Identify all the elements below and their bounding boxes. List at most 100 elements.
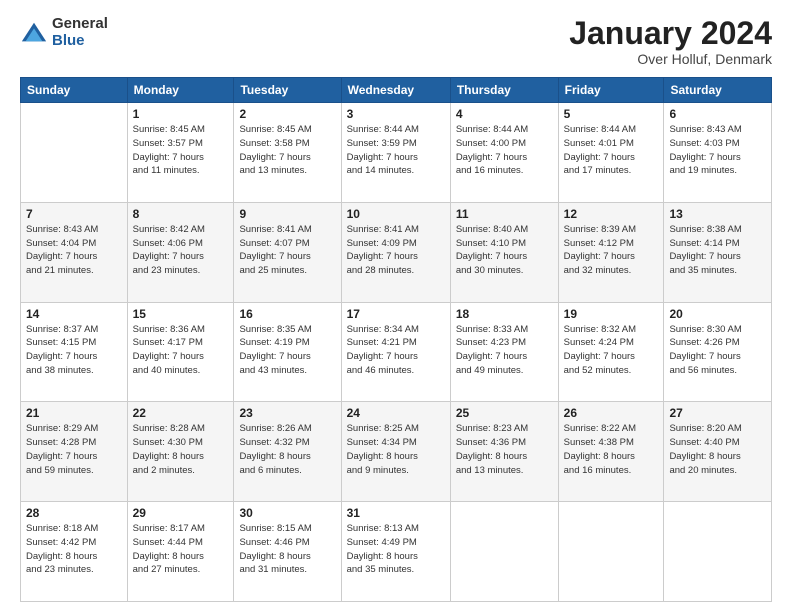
day-cell: 14 Sunrise: 8:37 AMSunset: 4:15 PMDayligh… xyxy=(21,302,128,402)
day-cell xyxy=(21,103,128,203)
day-number: 22 xyxy=(133,406,229,420)
day-number: 9 xyxy=(239,207,335,221)
week-row-2: 14 Sunrise: 8:37 AMSunset: 4:15 PMDayligh… xyxy=(21,302,772,402)
header-cell-friday: Friday xyxy=(558,78,664,103)
day-number: 26 xyxy=(564,406,659,420)
calendar-page: General Blue January 2024 Over Holluf, D… xyxy=(0,0,792,612)
day-number: 14 xyxy=(26,307,122,321)
week-row-1: 7 Sunrise: 8:43 AMSunset: 4:04 PMDaylight… xyxy=(21,202,772,302)
header-cell-tuesday: Tuesday xyxy=(234,78,341,103)
day-number: 3 xyxy=(347,107,445,121)
header-cell-wednesday: Wednesday xyxy=(341,78,450,103)
day-info: Sunrise: 8:42 AMSunset: 4:06 PMDaylight:… xyxy=(133,223,229,278)
calendar-header-row: SundayMondayTuesdayWednesdayThursdayFrid… xyxy=(21,78,772,103)
day-number: 8 xyxy=(133,207,229,221)
day-cell: 17 Sunrise: 8:34 AMSunset: 4:21 PMDayligh… xyxy=(341,302,450,402)
logo-blue-text: Blue xyxy=(52,33,108,50)
day-cell: 28 Sunrise: 8:18 AMSunset: 4:42 PMDayligh… xyxy=(21,502,128,602)
day-info: Sunrise: 8:30 AMSunset: 4:26 PMDaylight:… xyxy=(669,323,766,378)
day-cell: 3 Sunrise: 8:44 AMSunset: 3:59 PMDaylight… xyxy=(341,103,450,203)
day-info: Sunrise: 8:25 AMSunset: 4:34 PMDaylight:… xyxy=(347,422,445,477)
day-cell xyxy=(558,502,664,602)
day-info: Sunrise: 8:29 AMSunset: 4:28 PMDaylight:… xyxy=(26,422,122,477)
day-info: Sunrise: 8:45 AMSunset: 3:58 PMDaylight:… xyxy=(239,123,335,178)
day-cell: 7 Sunrise: 8:43 AMSunset: 4:04 PMDaylight… xyxy=(21,202,128,302)
day-number: 16 xyxy=(239,307,335,321)
day-info: Sunrise: 8:41 AMSunset: 4:09 PMDaylight:… xyxy=(347,223,445,278)
day-number: 10 xyxy=(347,207,445,221)
day-number: 12 xyxy=(564,207,659,221)
day-number: 18 xyxy=(456,307,553,321)
day-cell: 30 Sunrise: 8:15 AMSunset: 4:46 PMDayligh… xyxy=(234,502,341,602)
day-number: 17 xyxy=(347,307,445,321)
day-info: Sunrise: 8:36 AMSunset: 4:17 PMDaylight:… xyxy=(133,323,229,378)
day-number: 24 xyxy=(347,406,445,420)
day-cell: 16 Sunrise: 8:35 AMSunset: 4:19 PMDayligh… xyxy=(234,302,341,402)
day-info: Sunrise: 8:33 AMSunset: 4:23 PMDaylight:… xyxy=(456,323,553,378)
day-cell: 12 Sunrise: 8:39 AMSunset: 4:12 PMDayligh… xyxy=(558,202,664,302)
day-info: Sunrise: 8:17 AMSunset: 4:44 PMDaylight:… xyxy=(133,522,229,577)
day-cell: 18 Sunrise: 8:33 AMSunset: 4:23 PMDayligh… xyxy=(450,302,558,402)
day-cell: 20 Sunrise: 8:30 AMSunset: 4:26 PMDayligh… xyxy=(664,302,772,402)
day-info: Sunrise: 8:18 AMSunset: 4:42 PMDaylight:… xyxy=(26,522,122,577)
header-cell-thursday: Thursday xyxy=(450,78,558,103)
day-number: 7 xyxy=(26,207,122,221)
day-number: 23 xyxy=(239,406,335,420)
day-info: Sunrise: 8:44 AMSunset: 4:00 PMDaylight:… xyxy=(456,123,553,178)
logo: General Blue xyxy=(20,16,108,49)
day-cell: 22 Sunrise: 8:28 AMSunset: 4:30 PMDayligh… xyxy=(127,402,234,502)
day-info: Sunrise: 8:38 AMSunset: 4:14 PMDaylight:… xyxy=(669,223,766,278)
day-info: Sunrise: 8:34 AMSunset: 4:21 PMDaylight:… xyxy=(347,323,445,378)
day-number: 27 xyxy=(669,406,766,420)
day-cell: 21 Sunrise: 8:29 AMSunset: 4:28 PMDayligh… xyxy=(21,402,128,502)
day-info: Sunrise: 8:23 AMSunset: 4:36 PMDaylight:… xyxy=(456,422,553,477)
day-number: 29 xyxy=(133,506,229,520)
day-number: 4 xyxy=(456,107,553,121)
day-number: 20 xyxy=(669,307,766,321)
week-row-4: 28 Sunrise: 8:18 AMSunset: 4:42 PMDayligh… xyxy=(21,502,772,602)
day-cell: 24 Sunrise: 8:25 AMSunset: 4:34 PMDayligh… xyxy=(341,402,450,502)
day-cell: 25 Sunrise: 8:23 AMSunset: 4:36 PMDayligh… xyxy=(450,402,558,502)
day-number: 21 xyxy=(26,406,122,420)
calendar-table: SundayMondayTuesdayWednesdayThursdayFrid… xyxy=(20,77,772,602)
day-info: Sunrise: 8:13 AMSunset: 4:49 PMDaylight:… xyxy=(347,522,445,577)
logo-text: General Blue xyxy=(52,16,108,49)
day-cell: 13Sunrise: 8:38 AMSunset: 4:14 PMDayligh… xyxy=(664,202,772,302)
day-cell: 27 Sunrise: 8:20 AMSunset: 4:40 PMDayligh… xyxy=(664,402,772,502)
day-number: 19 xyxy=(564,307,659,321)
day-number: 28 xyxy=(26,506,122,520)
day-info: Sunrise: 8:28 AMSunset: 4:30 PMDaylight:… xyxy=(133,422,229,477)
day-number: 6 xyxy=(669,107,766,121)
day-cell: 8 Sunrise: 8:42 AMSunset: 4:06 PMDaylight… xyxy=(127,202,234,302)
location: Over Holluf, Denmark xyxy=(569,51,772,67)
day-number: 5 xyxy=(564,107,659,121)
day-number: 1 xyxy=(133,107,229,121)
day-cell: 5 Sunrise: 8:44 AMSunset: 4:01 PMDaylight… xyxy=(558,103,664,203)
day-info: Sunrise: 8:22 AMSunset: 4:38 PMDaylight:… xyxy=(564,422,659,477)
day-info: Sunrise: 8:20 AMSunset: 4:40 PMDaylight:… xyxy=(669,422,766,477)
logo-general-text: General xyxy=(52,16,108,33)
day-cell: 10 Sunrise: 8:41 AMSunset: 4:09 PMDayligh… xyxy=(341,202,450,302)
day-info: Sunrise: 8:44 AMSunset: 3:59 PMDaylight:… xyxy=(347,123,445,178)
day-cell: 2 Sunrise: 8:45 AMSunset: 3:58 PMDaylight… xyxy=(234,103,341,203)
day-cell xyxy=(450,502,558,602)
day-cell: 29 Sunrise: 8:17 AMSunset: 4:44 PMDayligh… xyxy=(127,502,234,602)
day-info: Sunrise: 8:35 AMSunset: 4:19 PMDaylight:… xyxy=(239,323,335,378)
day-number: 30 xyxy=(239,506,335,520)
day-info: Sunrise: 8:26 AMSunset: 4:32 PMDaylight:… xyxy=(239,422,335,477)
month-title: January 2024 xyxy=(569,16,772,51)
day-info: Sunrise: 8:39 AMSunset: 4:12 PMDaylight:… xyxy=(564,223,659,278)
day-number: 2 xyxy=(239,107,335,121)
day-info: Sunrise: 8:37 AMSunset: 4:15 PMDaylight:… xyxy=(26,323,122,378)
day-info: Sunrise: 8:44 AMSunset: 4:01 PMDaylight:… xyxy=(564,123,659,178)
day-cell: 1Sunrise: 8:45 AMSunset: 3:57 PMDaylight… xyxy=(127,103,234,203)
day-cell: 4 Sunrise: 8:44 AMSunset: 4:00 PMDaylight… xyxy=(450,103,558,203)
day-info: Sunrise: 8:15 AMSunset: 4:46 PMDaylight:… xyxy=(239,522,335,577)
day-cell: 31Sunrise: 8:13 AMSunset: 4:49 PMDayligh… xyxy=(341,502,450,602)
day-cell: 9Sunrise: 8:41 AMSunset: 4:07 PMDaylight… xyxy=(234,202,341,302)
day-cell xyxy=(664,502,772,602)
day-info: Sunrise: 8:43 AMSunset: 4:04 PMDaylight:… xyxy=(26,223,122,278)
day-number: 15 xyxy=(133,307,229,321)
header: General Blue January 2024 Over Holluf, D… xyxy=(20,16,772,67)
day-number: 25 xyxy=(456,406,553,420)
